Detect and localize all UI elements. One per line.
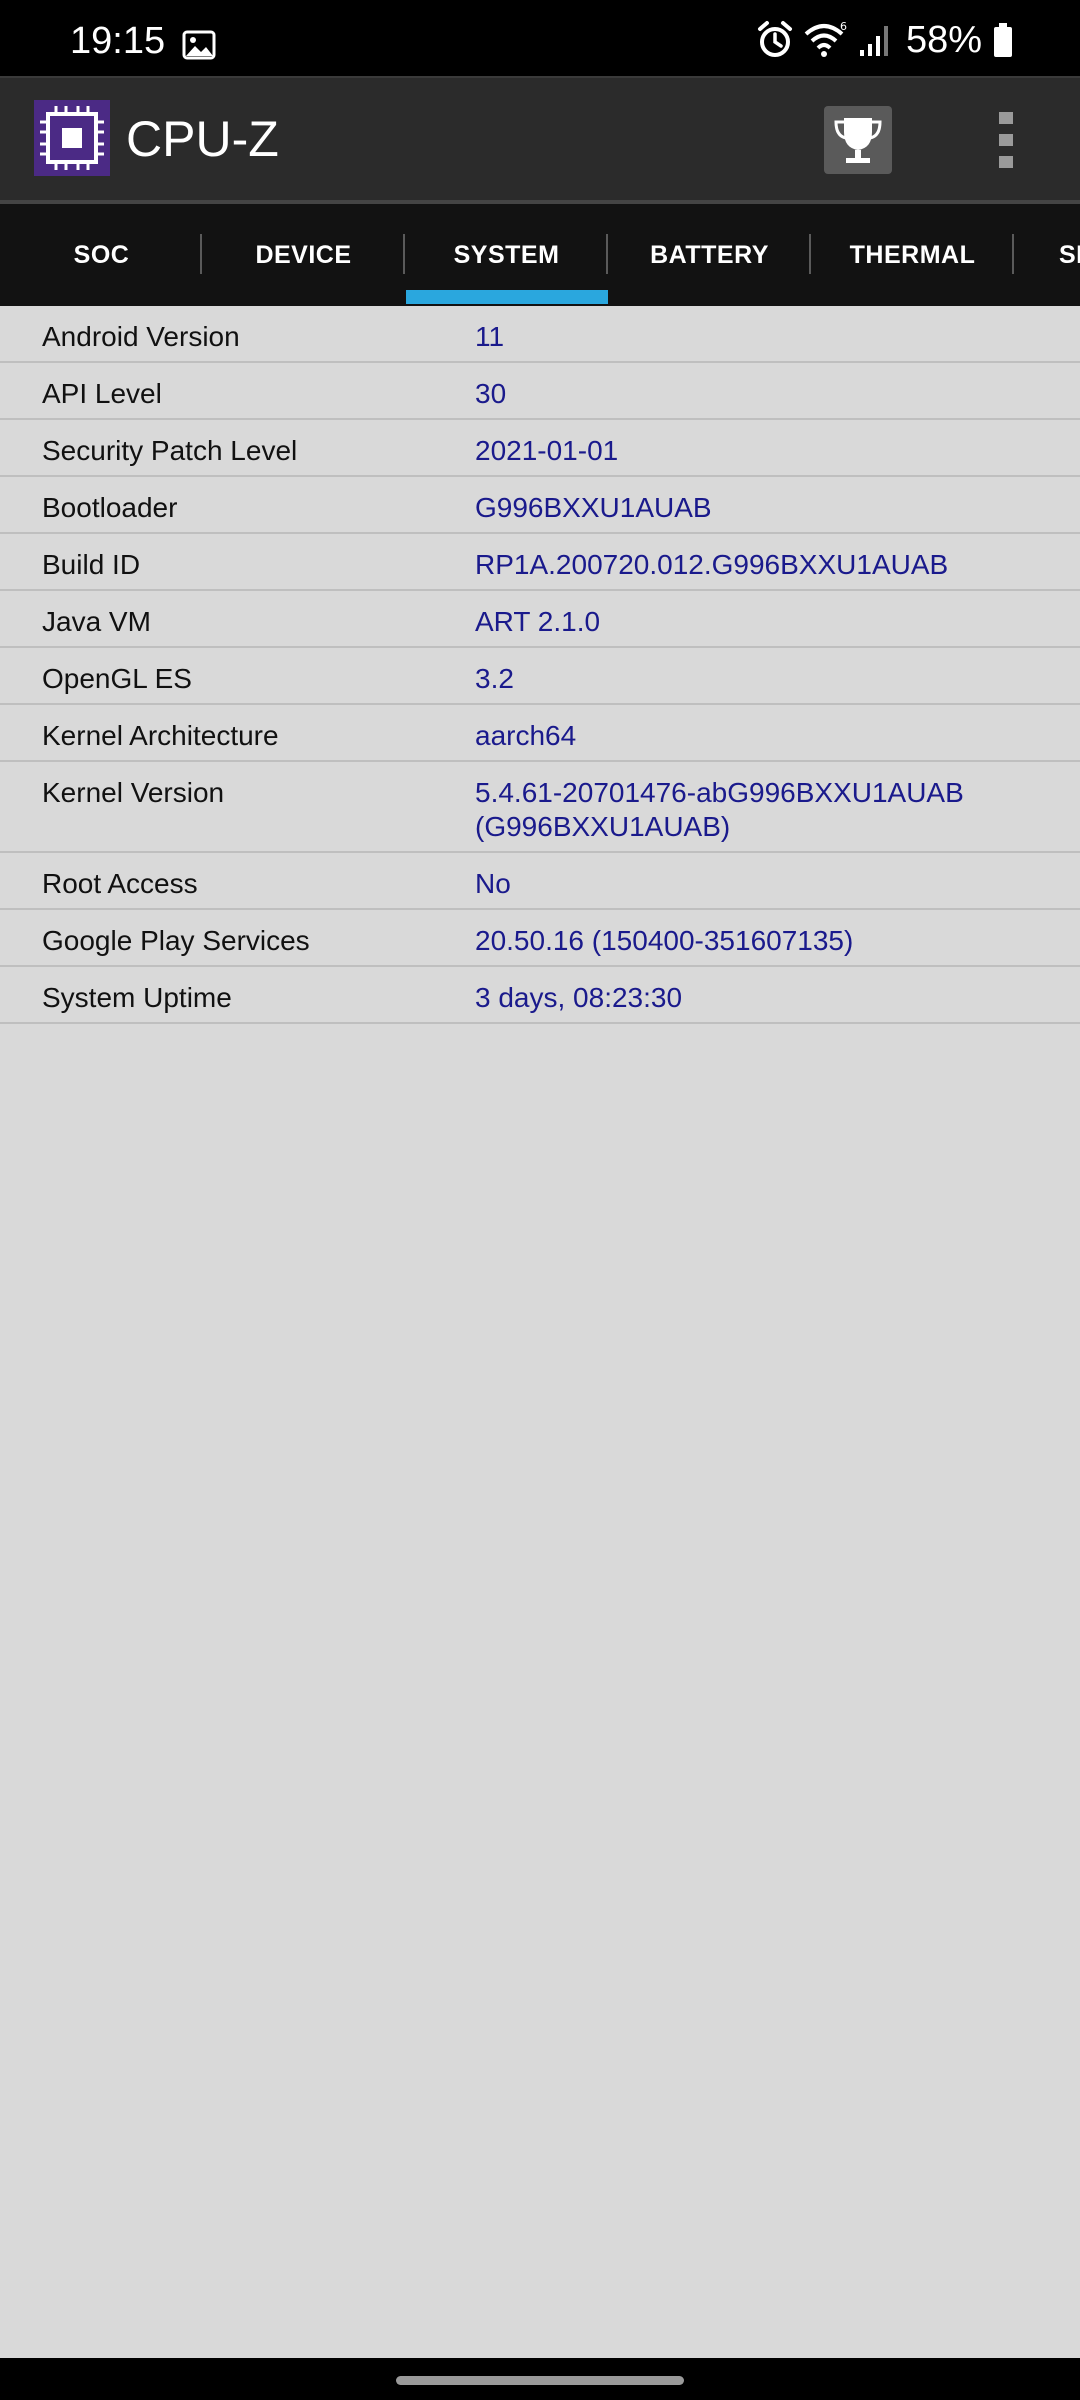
row-value: 5.4.61-20701476-abG996BXXU1AUAB (G996BXX…	[475, 777, 964, 842]
status-bar: 19:15 6 58%	[0, 0, 1080, 76]
app-title: CPU-Z	[126, 111, 279, 167]
row-label: Kernel Architecture	[42, 720, 279, 751]
tab-battery[interactable]: BATTERY	[608, 204, 811, 306]
row-label: Security Patch Level	[42, 435, 298, 466]
status-time: 19:15	[70, 20, 166, 62]
row-value: 20.50.16 (150400-351607135)	[475, 925, 854, 956]
table-row: System Uptime 3 days, 08:23:30	[0, 967, 1080, 1024]
row-label: OpenGL ES	[42, 663, 192, 694]
alarm-icon	[757, 21, 792, 57]
wifi-icon: 6	[804, 20, 847, 57]
screen: 19:15 6 58% CPU-Z SOC DEVICE SYSTEM BATT…	[0, 0, 1080, 2400]
home-gesture-handle[interactable]	[396, 2376, 684, 2385]
tab-thermal[interactable]: THERMAL	[811, 204, 1014, 306]
table-row: API Level 30	[0, 363, 1080, 420]
svg-text:6: 6	[840, 20, 847, 33]
row-value: 3.2	[475, 663, 514, 694]
table-row: Security Patch Level 2021-01-01	[0, 420, 1080, 477]
row-value: ART 2.1.0	[475, 606, 601, 637]
row-value: G996BXXU1AUAB	[475, 492, 712, 523]
more-vert-icon[interactable]	[990, 110, 1022, 170]
row-label: Bootloader	[42, 492, 178, 523]
table-row: Google Play Services 20.50.16 (150400-35…	[0, 910, 1080, 967]
navigation-bar	[0, 2358, 1080, 2400]
gallery-icon	[182, 30, 216, 60]
row-value: 2021-01-01	[475, 435, 619, 466]
tab-soc[interactable]: SOC	[0, 204, 203, 306]
row-label: Root Access	[42, 868, 198, 899]
row-value: aarch64	[475, 720, 577, 751]
row-value: 30	[475, 378, 507, 409]
row-value: 3 days, 08:23:30	[475, 982, 683, 1013]
tab-device[interactable]: DEVICE	[202, 204, 405, 306]
battery-percent: 58%	[905, 19, 982, 61]
row-label: Java VM	[42, 606, 151, 637]
table-row: Root Access No	[0, 853, 1080, 910]
system-info-table: Android Version 11 API Level 30 Security…	[0, 306, 1080, 1024]
table-row: Android Version 11	[0, 306, 1080, 363]
row-value: RP1A.200720.012.G996BXXU1AUAB	[475, 549, 949, 580]
row-value: No	[475, 868, 511, 899]
table-row: Kernel Version 5.4.61-20701476-abG996BXX…	[0, 762, 1080, 853]
table-row: Java VM ART 2.1.0	[0, 591, 1080, 648]
table-row: Bootloader G996BXXU1AUAB	[0, 477, 1080, 534]
row-label: System Uptime	[42, 982, 232, 1013]
row-label: API Level	[42, 378, 162, 409]
table-row: Build ID RP1A.200720.012.G996BXXU1AUAB	[0, 534, 1080, 591]
row-value: 11	[475, 321, 505, 352]
tab-se[interactable]: SE	[1014, 204, 1080, 306]
row-label: Kernel Version	[42, 777, 225, 808]
table-row: Kernel Architecture aarch64	[0, 705, 1080, 762]
row-label: Google Play Services	[42, 925, 310, 956]
tab-selected-indicator	[406, 290, 608, 304]
battery-icon	[994, 23, 1012, 57]
trophy-button[interactable]	[824, 106, 892, 174]
trophy-icon	[834, 118, 882, 163]
row-label: Android Version	[42, 321, 240, 352]
signal-icon	[859, 26, 888, 56]
table-row: OpenGL ES 3.2	[0, 648, 1080, 705]
cpu-logo-icon	[34, 100, 110, 176]
app-bar: CPU-Z	[0, 76, 1080, 200]
status-icons: 6 58%	[756, 18, 1014, 62]
row-label: Build ID	[42, 549, 141, 580]
